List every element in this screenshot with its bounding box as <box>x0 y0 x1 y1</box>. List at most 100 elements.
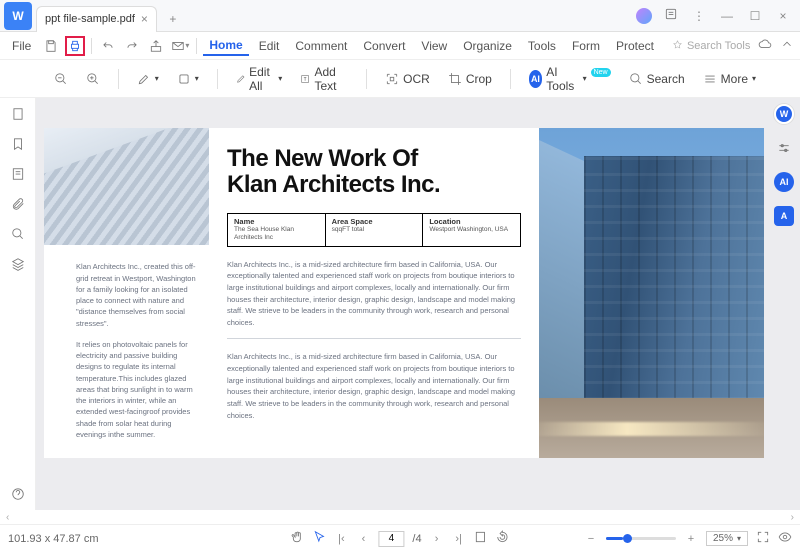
hero-image <box>539 128 764 458</box>
left-paragraph-1: Klan Architects Inc., created this off-g… <box>76 261 197 329</box>
scroll-right-icon[interactable]: › <box>791 512 794 523</box>
zoom-out-button[interactable] <box>50 70 72 88</box>
titlebar: W ppt file-sample.pdf × + ⋮ — ☐ × <box>0 0 800 32</box>
rotate-icon[interactable] <box>496 530 510 547</box>
menu-tools[interactable]: Tools <box>522 37 562 55</box>
highlighter-button[interactable]: ▾ <box>133 70 163 88</box>
zoom-value: 25% <box>713 533 733 544</box>
page: Klan Architects Inc., created this off-g… <box>44 128 764 458</box>
convert-word-icon[interactable]: W <box>774 104 794 124</box>
bookmarks-icon[interactable] <box>10 136 26 152</box>
fit-width-icon[interactable] <box>474 530 488 547</box>
cloud-icon[interactable] <box>758 37 772 54</box>
thumbnails-icon[interactable] <box>10 106 26 122</box>
menu-comment[interactable]: Comment <box>289 37 353 55</box>
table-v1: The Sea House Klan Architects Inc <box>234 226 319 243</box>
menu-home[interactable]: Home <box>203 36 248 56</box>
hand-tool-icon[interactable] <box>290 530 304 547</box>
zoom-in-button[interactable] <box>82 70 104 88</box>
redo-icon[interactable] <box>122 36 142 56</box>
table-v2: sqqFT total <box>332 226 417 234</box>
menu-organize[interactable]: Organize <box>457 37 518 55</box>
info-table: NameThe Sea House Klan Architects Inc Ar… <box>227 213 521 247</box>
zoom-readout[interactable]: 25%▾ <box>706 531 748 546</box>
help-icon[interactable] <box>10 486 26 502</box>
left-paragraph-2: It relies on photovoltaic panels for ele… <box>76 339 197 440</box>
table-v3: Westport Washington, USA <box>429 226 514 234</box>
print-icon[interactable] <box>65 36 85 56</box>
kebab-icon[interactable]: ⋮ <box>690 9 708 23</box>
undo-icon[interactable] <box>98 36 118 56</box>
mail-icon[interactable]: ▾ <box>170 36 190 56</box>
menu-edit[interactable]: Edit <box>253 37 286 55</box>
search-tools[interactable]: Search Tools <box>672 40 750 52</box>
more-label: More <box>721 72 748 86</box>
menu-convert[interactable]: Convert <box>357 37 411 55</box>
minimize-button[interactable]: — <box>718 9 736 23</box>
attachments-icon[interactable] <box>10 196 26 212</box>
horizontal-scroll[interactable]: ‹ › <box>0 510 800 524</box>
dimensions-readout: 101.93 x 47.87 cm <box>8 533 99 545</box>
ocr-button[interactable]: OCR <box>381 70 434 88</box>
comments-icon[interactable] <box>10 166 26 182</box>
new-badge: New <box>591 68 611 77</box>
doc-title-line1: The New Work Of <box>227 146 521 172</box>
select-tool-icon[interactable] <box>312 530 326 547</box>
page-left-column: Klan Architects Inc., created this off-g… <box>44 128 209 458</box>
workspace: Klan Architects Inc., created this off-g… <box>0 98 800 510</box>
menu-view[interactable]: View <box>415 37 453 55</box>
sliders-icon[interactable] <box>774 138 794 158</box>
search-label: Search <box>647 72 685 86</box>
read-mode-icon[interactable] <box>778 530 792 547</box>
paragraph-2: Klan Architects Inc., is a mid-sized arc… <box>227 351 521 431</box>
scroll-left-icon[interactable]: ‹ <box>6 512 9 523</box>
search-button[interactable]: Search <box>625 70 689 88</box>
first-page-icon[interactable]: |‹ <box>334 533 348 545</box>
prev-page-icon[interactable]: ‹ <box>356 533 370 545</box>
save-icon[interactable] <box>41 36 61 56</box>
user-avatar[interactable] <box>636 8 652 24</box>
building-detail-image <box>44 128 209 245</box>
fit-page-icon[interactable] <box>756 530 770 547</box>
doc-title-line2: Klan Architects Inc. <box>227 172 521 198</box>
app-icon: W <box>4 2 32 30</box>
menubar: File ▾ Home Edit Comment Convert View Or… <box>0 32 800 60</box>
layers-icon[interactable] <box>10 256 26 272</box>
menu-protect[interactable]: Protect <box>610 37 660 55</box>
ai-float-icon[interactable]: AI <box>774 172 794 192</box>
collapse-ribbon-icon[interactable] <box>780 37 794 54</box>
menu-file[interactable]: File <box>6 37 37 55</box>
edit-all-label: Edit All <box>249 65 274 93</box>
crop-button[interactable]: Crop <box>444 70 496 88</box>
zoom-in-icon[interactable]: + <box>684 533 698 545</box>
notes-icon[interactable] <box>662 7 680 24</box>
statusbar: 101.93 x 47.87 cm |‹ ‹ /4 › ›| − + 25%▾ <box>0 524 800 552</box>
edit-all-button[interactable]: Edit All▾ <box>232 63 287 95</box>
table-h1: Name <box>234 217 319 226</box>
document-tab[interactable]: ppt file-sample.pdf × <box>36 6 157 32</box>
more-button[interactable]: More▾ <box>699 70 760 88</box>
zoom-out-icon[interactable]: − <box>584 533 598 545</box>
ai-tools-button[interactable]: AIAI Tools▾New <box>525 63 615 95</box>
search-rail-icon[interactable] <box>10 226 26 242</box>
page-input[interactable] <box>378 531 404 547</box>
maximize-button[interactable]: ☐ <box>746 9 764 23</box>
ocr-label: OCR <box>403 72 430 86</box>
left-rail <box>0 98 36 510</box>
share-icon[interactable] <box>146 36 166 56</box>
menu-form[interactable]: Form <box>566 37 606 55</box>
tab-label: ppt file-sample.pdf <box>45 13 135 25</box>
shape-button[interactable]: ▾ <box>173 70 203 88</box>
table-h3: Location <box>429 217 514 226</box>
add-text-button[interactable]: Add Text <box>296 63 352 95</box>
next-page-icon[interactable]: › <box>430 533 444 545</box>
close-window-button[interactable]: × <box>774 9 792 23</box>
last-page-icon[interactable]: ›| <box>452 533 466 545</box>
paragraph-1: Klan Architects Inc., is a mid-sized arc… <box>227 259 521 340</box>
add-tab-button[interactable]: + <box>163 12 183 26</box>
close-tab-icon[interactable]: × <box>141 12 148 26</box>
search-tools-label: Search Tools <box>687 40 750 52</box>
table-h2: Area Space <box>332 217 417 226</box>
document-viewer[interactable]: Klan Architects Inc., created this off-g… <box>36 98 800 510</box>
app-float-icon[interactable]: A <box>774 206 794 226</box>
